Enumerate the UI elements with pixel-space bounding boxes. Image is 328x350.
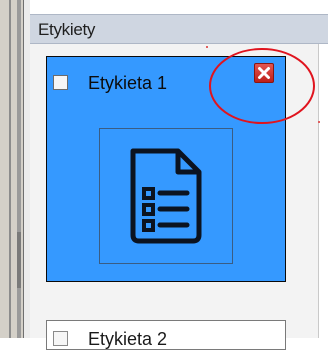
panel-header: Etykiety <box>30 14 328 44</box>
marker-dot <box>318 121 320 123</box>
scrollbar-thumb[interactable] <box>17 232 21 288</box>
label-name: Etykieta 2 <box>88 329 168 349</box>
label-preview[interactable] <box>99 128 233 264</box>
document-list-icon <box>130 148 202 244</box>
highlight-circle <box>209 48 315 124</box>
left-splitter <box>0 0 30 338</box>
label-checkbox[interactable] <box>53 331 68 346</box>
splitter-line <box>9 0 11 338</box>
label-checkbox[interactable] <box>53 75 68 90</box>
panel-title: Etykiety <box>38 20 96 39</box>
label-name: Etykieta 1 <box>88 73 168 93</box>
label-card-2[interactable]: Etykieta 2 <box>46 320 286 350</box>
